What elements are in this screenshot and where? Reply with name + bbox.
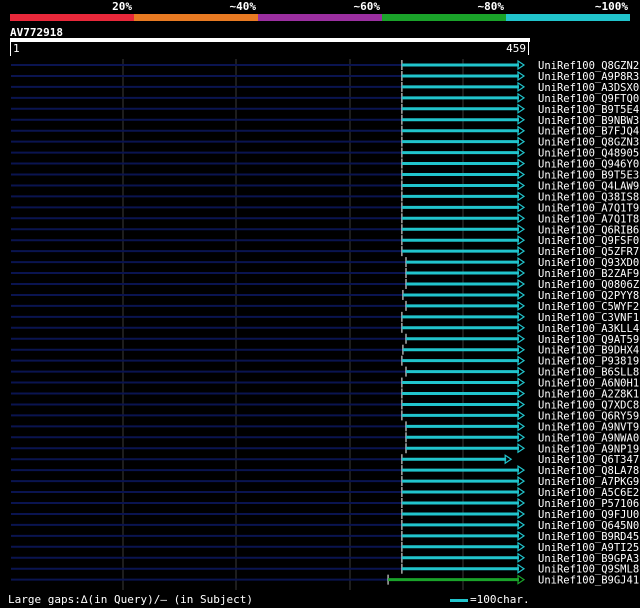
alignment-plot: UniRef100_Q8GZN2UniRef100_A9P8R3UniRef10… — [11, 59, 639, 590]
large-gaps-note: Large gaps:∆(in Query)/– (in Subject) — [8, 593, 254, 606]
scale-swatch — [450, 598, 468, 602]
scale-text: =100char. — [470, 593, 530, 606]
hit-label: UniRef100_B9GJ41 — [538, 575, 639, 587]
scale-note: =100char. — [450, 593, 530, 606]
